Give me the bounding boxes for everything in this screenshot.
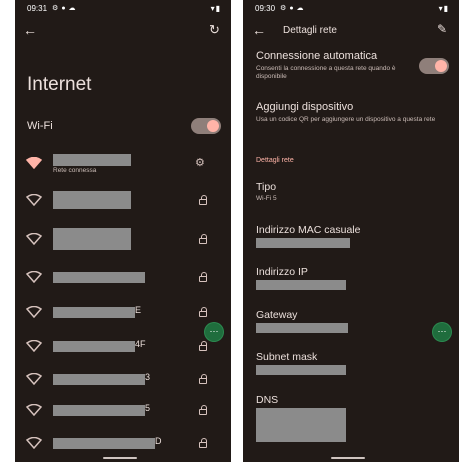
detail-row: Indirizzo IP: [256, 266, 346, 290]
signal-battery-icons: ▾▮: [210, 3, 221, 13]
network-name-redacted: [53, 438, 155, 449]
network-name-fragment: E: [135, 305, 142, 315]
network-name-redacted: [53, 154, 131, 166]
auto-connect-subtitle: Consenti la connessione a questa rete qu…: [256, 65, 396, 80]
auto-connect-toggle[interactable]: [419, 58, 449, 74]
detail-row: Indirizzo MAC casuale: [256, 224, 361, 248]
cloud-icon: ☁: [68, 5, 76, 12]
wifi-signal-icon: [26, 340, 42, 352]
lock-icon: [199, 341, 207, 351]
detail-value: Wi-Fi 5: [256, 195, 277, 202]
detail-label: Gateway: [256, 309, 298, 321]
more-icon[interactable]: ⋯: [433, 323, 451, 341]
detail-row: DNS: [256, 394, 346, 442]
lock-icon: [199, 405, 207, 415]
detail-label: Indirizzo IP: [256, 266, 308, 278]
back-arrow-icon[interactable]: ←: [23, 22, 37, 38]
more-icon[interactable]: ⋯: [205, 323, 223, 341]
network-row[interactable]: D: [15, 436, 231, 462]
refresh-icon[interactable]: ↻: [209, 22, 220, 38]
detail-row: Subnet mask: [256, 351, 346, 375]
wifi-toggle[interactable]: [191, 118, 221, 134]
add-device-title: Aggiungi dispositivo: [256, 101, 354, 113]
lock-icon: [199, 374, 207, 384]
detail-row: Gateway: [256, 309, 348, 333]
network-row[interactable]: E: [15, 305, 231, 331]
gesture-bar: [103, 457, 137, 459]
notification-icon: ●: [61, 4, 66, 12]
lock-icon: [199, 438, 207, 448]
detail-value-redacted: [256, 365, 346, 375]
wifi-signal-icon: [26, 306, 42, 318]
network-row[interactable]: 5: [15, 403, 231, 429]
page-title: Internet: [27, 74, 92, 95]
status-time: 09:31: [27, 3, 48, 13]
signal-battery-icons: ▾▮: [438, 3, 449, 13]
network-name-fragment: 4F: [135, 339, 146, 349]
network-name-redacted: [53, 272, 145, 283]
notification-icon: ⚙: [52, 5, 59, 12]
back-arrow-icon[interactable]: ←: [252, 22, 266, 38]
detail-value-redacted: [256, 238, 350, 248]
detail-label: Tipo: [256, 181, 277, 193]
network-details-screen: 09:30 ⚙ ● ☁ ▾▮ ← Dettagli rete ✎ Conness…: [243, 0, 459, 462]
network-name-redacted: [53, 374, 145, 385]
lock-icon: [199, 234, 207, 244]
status-bar: 09:30 ⚙ ● ☁ ▾▮: [255, 2, 449, 14]
wifi-signal-icon: [26, 271, 42, 283]
wifi-signal-icon: [26, 373, 42, 385]
lock-icon: [199, 307, 207, 317]
detail-row: Tipo Wi-Fi 5: [256, 181, 277, 202]
network-list-screen: 09:31 ⚙ ● ☁ ▾▮ ← ↻ Internet Wi-Fi Rete c…: [15, 0, 231, 462]
wifi-toggle-label: Wi-Fi: [27, 120, 53, 132]
header-title: Dettagli rete: [283, 25, 337, 36]
gesture-bar: [331, 457, 365, 459]
detail-value-redacted: [256, 280, 346, 290]
network-name-redacted: [53, 341, 135, 352]
network-settings-gear-icon[interactable]: ⚙: [195, 156, 205, 169]
network-name-redacted: [53, 191, 131, 209]
network-row[interactable]: Rete connessa ⚙: [15, 154, 231, 182]
network-name-fragment: D: [155, 436, 162, 446]
network-row[interactable]: [15, 191, 231, 219]
network-name-fragment: 3: [145, 372, 151, 382]
network-name-redacted: [53, 307, 135, 318]
status-bar: 09:31 ⚙ ● ☁ ▾▮: [27, 2, 221, 14]
auto-connect-title: Connessione automatica: [256, 50, 378, 62]
status-time: 09:30: [255, 3, 276, 13]
notification-icon: ⚙: [280, 5, 287, 12]
network-row[interactable]: [15, 271, 231, 296]
network-name-fragment: 5: [145, 403, 151, 413]
wifi-signal-icon: [26, 233, 42, 245]
section-label: Dettagli rete: [256, 157, 294, 164]
network-name-redacted: [53, 405, 145, 416]
wifi-signal-icon: [26, 157, 42, 169]
detail-value-redacted: [256, 323, 348, 333]
network-name-redacted: [53, 228, 131, 250]
network-row[interactable]: [15, 228, 231, 258]
detail-label: DNS: [256, 394, 279, 406]
connected-subtitle: Rete connessa: [53, 167, 97, 174]
lock-icon: [199, 195, 207, 205]
detail-value-redacted: [256, 408, 346, 442]
notification-icon: ●: [289, 4, 294, 12]
network-row[interactable]: 4F: [15, 339, 231, 365]
lock-icon: [199, 272, 207, 282]
wifi-signal-icon: [26, 437, 42, 449]
detail-label: Subnet mask: [256, 351, 318, 363]
add-device-subtitle: Usa un codice QR per aggiungere un dispo…: [256, 116, 436, 123]
network-row[interactable]: 3: [15, 372, 231, 398]
wifi-signal-icon: [26, 404, 42, 416]
edit-pencil-icon[interactable]: ✎: [437, 22, 447, 36]
wifi-signal-icon: [26, 194, 42, 206]
cloud-icon: ☁: [296, 5, 304, 12]
detail-label: Indirizzo MAC casuale: [256, 224, 361, 236]
